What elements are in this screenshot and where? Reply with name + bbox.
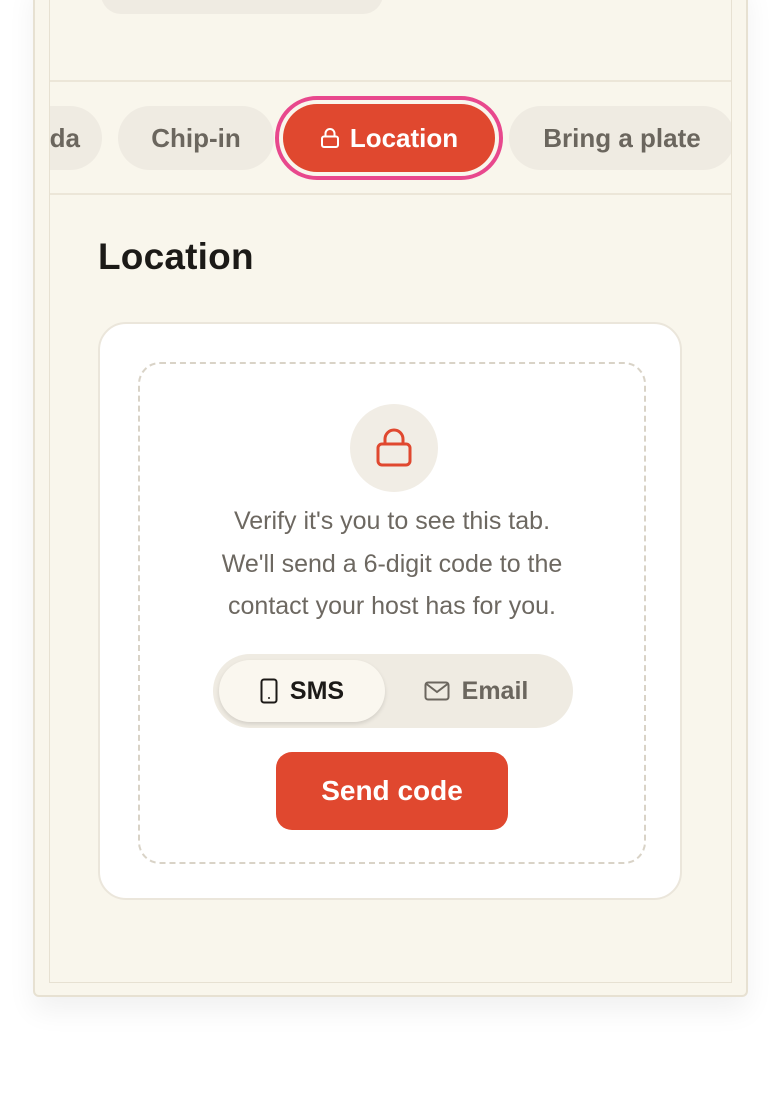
lock-icon: [320, 128, 339, 148]
top-pill-partial: [101, 0, 383, 14]
verify-message: Verify it's you to see this tab. We'll s…: [140, 500, 644, 628]
content-border-bottom: [49, 982, 732, 983]
tab-chip-in[interactable]: Chip-in: [118, 106, 274, 170]
tab-bring-a-plate-label: Bring a plate: [543, 122, 701, 153]
send-code-button[interactable]: Send code: [276, 752, 508, 830]
tab-agenda-label: Agenda: [50, 122, 80, 153]
send-code-label: Send code: [321, 775, 463, 806]
method-email-option[interactable]: Email: [393, 660, 559, 722]
verify-message-line: Verify it's you to see this tab.: [233, 507, 551, 535]
tab-chip-in-label: Chip-in: [151, 122, 241, 153]
tab-location-focus-ring: Location: [275, 96, 503, 180]
verify-locked-panel: Verify it's you to see this tab. We'll s…: [138, 362, 646, 864]
verify-message-line: We'll send a 6-digit code to the: [221, 549, 563, 578]
method-email-label: Email: [461, 676, 529, 705]
tab-location[interactable]: Location: [283, 104, 495, 172]
tab-location-label: Location: [349, 122, 459, 153]
lock-icon: [376, 428, 412, 467]
tab-bring-a-plate[interactable]: Bring a plate: [509, 106, 731, 170]
section-title: Location: [98, 236, 254, 277]
method-sms-option[interactable]: SMS: [219, 660, 385, 722]
tab-strip[interactable]: Agenda Chip-in Location Bring a plate: [50, 80, 731, 195]
tab-agenda[interactable]: Agenda: [50, 106, 102, 170]
method-sms-label: SMS: [289, 676, 345, 705]
verify-card: Verify it's you to see this tab. We'll s…: [98, 322, 682, 900]
content-border-right: [731, 0, 732, 983]
phone-icon: [260, 678, 278, 704]
contact-method-toggle[interactable]: SMS Email: [213, 654, 573, 728]
lock-badge: [350, 404, 438, 492]
mail-icon: [424, 681, 450, 701]
verify-message-line: contact your host has for you.: [228, 592, 556, 620]
